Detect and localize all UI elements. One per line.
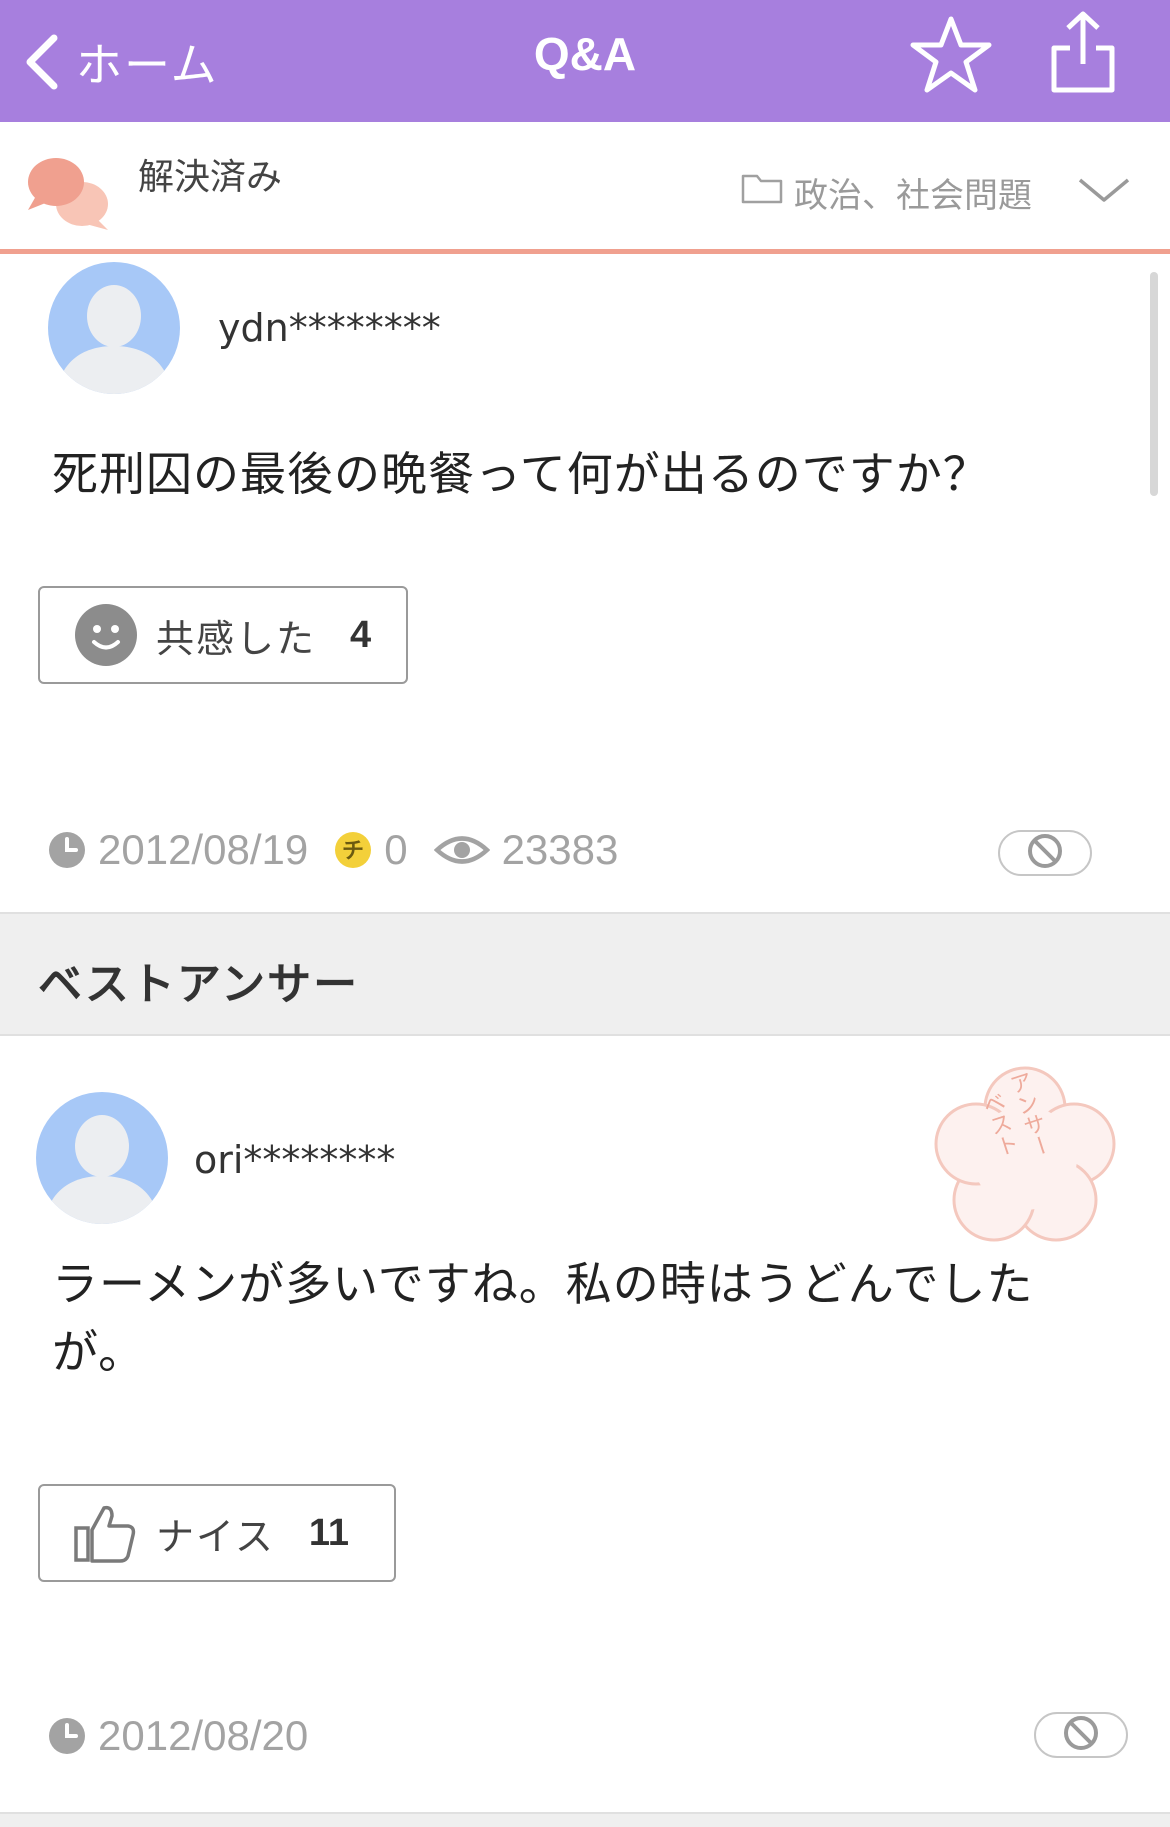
expand-button[interactable]	[1076, 172, 1132, 208]
clock-icon	[48, 831, 86, 869]
question-username[interactable]: ydn********	[218, 306, 441, 350]
report-button[interactable]	[1034, 1712, 1128, 1758]
view-count: 23383	[501, 826, 619, 873]
folder-icon	[740, 171, 794, 214]
category-link[interactable]: 政治、社会問題	[740, 168, 1032, 217]
back-label: ホーム	[76, 38, 219, 92]
empathy-count: 4	[350, 613, 372, 656]
back-button[interactable]: ホーム	[22, 22, 219, 102]
category-label: 政治、社会問題	[794, 176, 1032, 216]
share-icon	[1040, 11, 1126, 102]
speech-bubbles-icon	[26, 152, 112, 232]
coin-icon: チ	[334, 831, 372, 869]
svg-text:チ: チ	[342, 839, 364, 864]
favorite-button[interactable]	[910, 14, 992, 96]
empathy-button[interactable]: 共感した 4	[38, 586, 408, 684]
section-divider	[0, 1812, 1170, 1827]
prohibited-icon	[1026, 832, 1064, 874]
best-answer-title: ベストアンサー	[38, 959, 360, 1010]
nice-label: ナイス	[156, 1514, 275, 1559]
share-button[interactable]	[1040, 6, 1126, 98]
avatar[interactable]	[48, 262, 180, 394]
coin-count: 0	[384, 826, 408, 873]
answer-date: 2012/08/20	[98, 1712, 309, 1759]
avatar[interactable]	[36, 1092, 168, 1224]
question-date: 2012/08/19	[98, 826, 309, 873]
top-nav-bar: ホーム Q&A	[0, 0, 1170, 122]
chevron-down-icon	[1076, 178, 1132, 212]
answer-username[interactable]: ori********	[194, 1138, 395, 1182]
resolved-status: 解決済み	[138, 157, 283, 198]
nice-button[interactable]: ナイス 11	[38, 1484, 396, 1582]
best-answer-header: ベストアンサー	[0, 912, 1170, 1036]
prohibited-icon	[1062, 1714, 1100, 1756]
question-meta: 2012/08/19 チ 0 23383	[48, 826, 618, 874]
question-text: 死刑囚の最後の晩餐って何が出るのですか？	[52, 447, 990, 501]
smiley-face-icon	[74, 603, 138, 667]
chevron-left-icon	[22, 32, 62, 92]
empathy-label: 共感した	[156, 616, 317, 661]
star-outline-icon	[910, 16, 992, 100]
nice-count: 11	[308, 1511, 350, 1554]
best-answer-stamp: ベスト アンサー	[918, 1060, 1132, 1248]
scrollbar[interactable]	[1150, 272, 1158, 496]
answer-text: ラーメンが多いですね。私の時はうどんでしたが。	[52, 1257, 1034, 1379]
status-row: 解決済み 政治、社会問題	[0, 122, 1170, 254]
eye-icon	[433, 831, 490, 869]
answer-meta: 2012/08/20	[48, 1712, 308, 1760]
thumbs-up-icon	[72, 1500, 138, 1566]
report-button[interactable]	[998, 830, 1092, 876]
clock-icon	[48, 1717, 86, 1755]
